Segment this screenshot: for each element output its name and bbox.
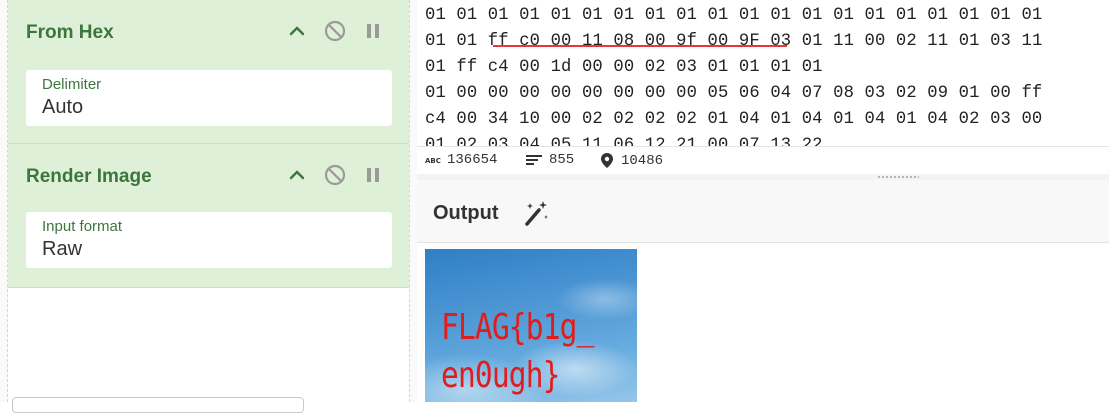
length-stat: ABC 136654	[425, 152, 497, 168]
field-value[interactable]: Raw	[42, 238, 82, 261]
disable-icon[interactable]	[322, 18, 348, 44]
field-label: Delimiter	[42, 76, 102, 93]
input-line: 01 ff c4 00 1d 00 00 02 03 01 01 01 01	[425, 58, 823, 77]
pause-icon[interactable]	[360, 162, 386, 188]
length-value: 136654	[447, 152, 498, 168]
input-status-bar: ABC 136654 855 10486	[417, 146, 1109, 175]
recipe-left-gutter	[0, 0, 8, 402]
field-value[interactable]: Auto	[42, 96, 83, 119]
recipe-panel: From Hex Delimiter Auto Render Image Inp…	[0, 0, 417, 413]
input-line: 01 02 03 04 05 11 06 12 21 00 07 13 22	[425, 136, 823, 146]
input-text-area[interactable]: 01 01 01 01 01 01 01 01 01 01 01 01 01 0…	[417, 0, 1109, 146]
input-line-start: 01 01	[425, 32, 488, 51]
highlight-underline	[493, 45, 787, 47]
location-pin-icon	[601, 153, 613, 168]
chevron-up-icon[interactable]	[284, 18, 310, 44]
output-area[interactable]: FLAG{b1g_ en0ugh}	[417, 243, 1109, 402]
divider-grip[interactable]	[877, 176, 919, 178]
input-line: c4 00 34 10 00 02 02 02 02 01 04 01 04 0…	[425, 110, 1043, 129]
recipe-bottom-control[interactable]	[12, 397, 304, 413]
input-line: 01 01 ff c0 00 11 08 00 9f 00 9F 03 01 1…	[425, 32, 1042, 51]
output-header: Output	[417, 180, 1109, 243]
operation-from-hex[interactable]: From Hex Delimiter Auto	[8, 0, 410, 144]
pause-icon[interactable]	[360, 18, 386, 44]
text-length-icon: ABC	[425, 157, 441, 165]
input-line: 01 00 00 00 00 00 00 00 00 05 06 04 07 0…	[425, 84, 1043, 103]
image-text-line: FLAG{b1g_	[441, 307, 594, 348]
position-stat: 10486	[599, 152, 663, 169]
rendered-image: FLAG{b1g_ en0ugh}	[425, 249, 637, 402]
operation-render-image[interactable]: Render Image Input format Raw	[8, 144, 410, 288]
sof-marker-highlight: ff c0 00 11 08 00 9f 00 9F	[487, 32, 760, 51]
image-text-line: en0ugh}	[441, 355, 560, 396]
lines-stat: 855	[525, 152, 574, 168]
input-line: 01 01 01 01 01 01 01 01 01 01 01 01 01 0…	[425, 6, 1043, 25]
svg-text:ABC: ABC	[425, 157, 441, 165]
input-line-tail: 03 01 11 00 02 11 01 03 11	[759, 32, 1043, 51]
magic-wand-icon[interactable]	[521, 198, 551, 228]
position-value: 10486	[621, 152, 664, 169]
lines-icon	[526, 155, 542, 165]
operation-title: From Hex	[26, 22, 114, 43]
delimiter-field[interactable]: Delimiter Auto	[26, 70, 392, 126]
pane-resizer[interactable]	[409, 0, 417, 402]
field-label: Input format	[42, 218, 123, 235]
input-format-field[interactable]: Input format Raw	[26, 212, 392, 268]
lines-value: 855	[549, 152, 575, 168]
operation-title: Render Image	[26, 166, 152, 187]
output-title: Output	[433, 202, 499, 224]
chevron-up-icon[interactable]	[284, 162, 310, 188]
disable-icon[interactable]	[322, 162, 348, 188]
